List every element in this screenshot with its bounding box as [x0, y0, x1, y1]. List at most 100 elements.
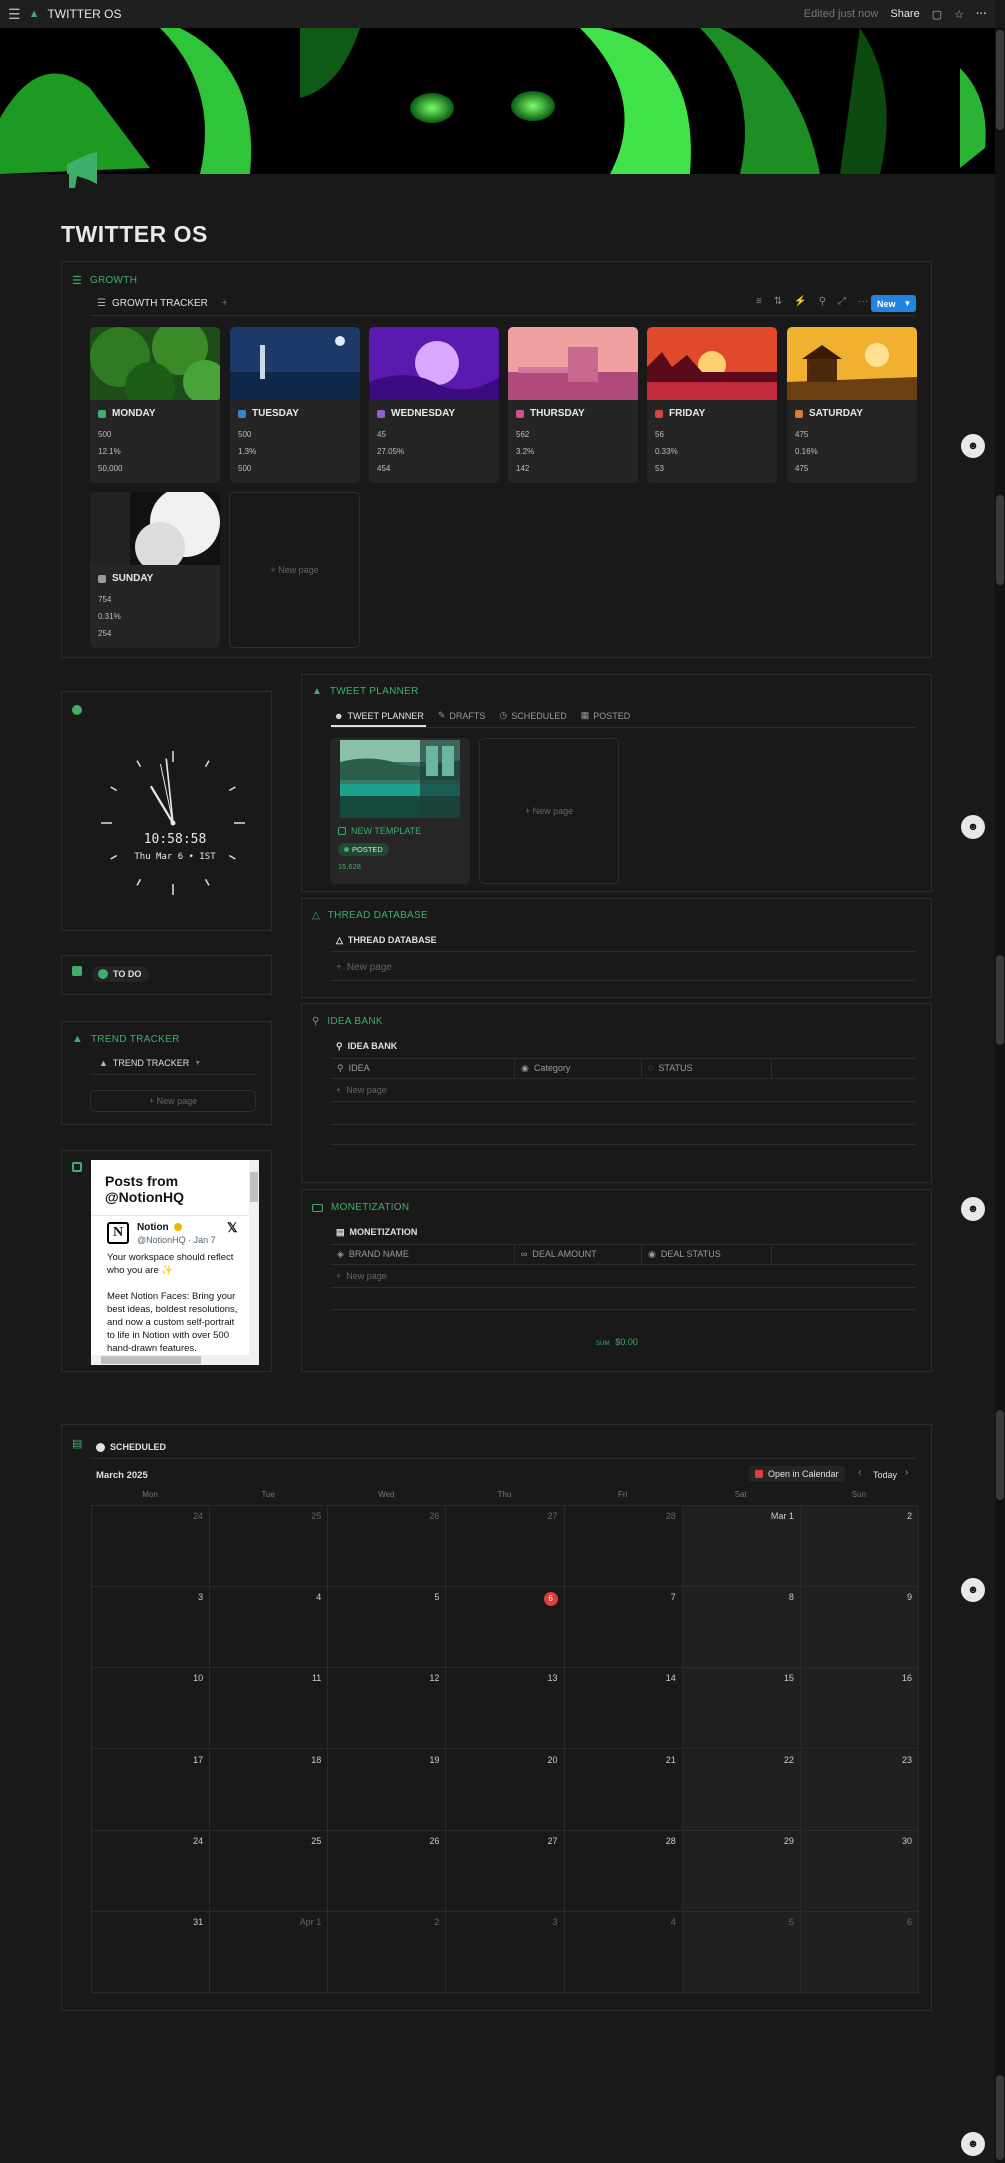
calendar-day-cell[interactable]: 6	[446, 1587, 565, 1669]
assistant-face-icon[interactable]: ☻	[961, 815, 985, 839]
growth-card[interactable]: SATURDAY 475 0.16% 475	[787, 327, 917, 483]
trend-new-page-button[interactable]: + New page	[90, 1090, 256, 1112]
growth-view-tab[interactable]: ☰ GROWTH TRACKER +	[97, 298, 228, 309]
widget-scroll-thumb[interactable]	[250, 1172, 258, 1202]
today-button[interactable]: Today	[873, 1470, 897, 1480]
calendar-day-cell[interactable]: 3	[446, 1911, 565, 1993]
calendar-day-cell[interactable]: 18	[210, 1749, 329, 1831]
widget-hscroll-thumb[interactable]	[101, 1356, 201, 1364]
calendar-day-cell[interactable]: Apr 1	[210, 1911, 329, 1993]
calendar-day-cell[interactable]: 11	[210, 1668, 329, 1750]
monetization-new-page[interactable]: + New page	[336, 1271, 387, 1281]
growth-card[interactable]: TUESDAY 500 1.3% 500	[230, 327, 360, 483]
calendar-day-cell[interactable]: 26	[328, 1506, 447, 1588]
todo-view-tab[interactable]: TO DO	[92, 966, 150, 982]
col-category[interactable]: ◉ Category	[515, 1059, 642, 1078]
calendar-day-cell[interactable]: 16	[800, 1668, 919, 1750]
calendar-day-cell[interactable]: 25	[210, 1830, 329, 1912]
lightning-icon[interactable]: ⚡	[794, 296, 806, 307]
growth-card[interactable]: FRIDAY 56 0.33% 53	[647, 327, 777, 483]
calendar-day-cell[interactable]: 24	[92, 1830, 211, 1912]
calendar-day-cell[interactable]: 21	[564, 1749, 683, 1831]
calendar-day-cell[interactable]: Mar 1	[682, 1506, 801, 1588]
calendar-day-cell[interactable]: 3	[92, 1587, 211, 1669]
calendar-day-cell[interactable]: 24	[92, 1506, 211, 1588]
calendar-day-cell[interactable]: 15	[682, 1668, 801, 1750]
idea-new-page[interactable]: + New page	[336, 1085, 387, 1095]
thread-new-page[interactable]: + New page	[336, 962, 392, 973]
new-button[interactable]: New ▼	[871, 295, 916, 312]
growth-card[interactable]: WEDNESDAY 45 27.05% 454	[369, 327, 499, 483]
thread-view-tab[interactable]: △ THREAD DATABASE	[336, 935, 437, 946]
menu-icon[interactable]: ☰	[8, 6, 21, 23]
scroll-thumb[interactable]	[996, 1410, 1004, 1500]
calendar-day-cell[interactable]: 19	[328, 1749, 447, 1831]
calendar-day-cell[interactable]: 12	[328, 1668, 447, 1750]
col-idea[interactable]: ⚲ IDEA	[331, 1059, 515, 1078]
tab-drafts[interactable]: ✎ DRAFTS	[438, 710, 486, 721]
calendar-view-tab[interactable]: SCHEDULED	[96, 1442, 166, 1452]
sort-icon[interactable]: ⇅	[774, 296, 782, 307]
calendar-day-cell[interactable]: 13	[446, 1668, 565, 1750]
calendar-day-cell[interactable]: 7	[564, 1587, 683, 1669]
tweet-template-card[interactable]: NEW TEMPLATE POSTED 15,628	[330, 738, 470, 884]
tab-scheduled[interactable]: ◷ SCHEDULED	[499, 710, 566, 721]
calendar-day-cell[interactable]: 22	[682, 1749, 801, 1831]
calendar-day-cell[interactable]: 14	[564, 1668, 683, 1750]
calendar-day-cell[interactable]: 30	[800, 1830, 919, 1912]
calendar-day-cell[interactable]: 2	[800, 1506, 919, 1588]
calendar-day-cell[interactable]: 17	[92, 1749, 211, 1831]
scrollbar[interactable]	[995, 28, 1005, 2163]
calendar-day-cell[interactable]: 9	[800, 1587, 919, 1669]
app-title[interactable]: TWITTER OS	[47, 7, 121, 21]
calendar-day-cell[interactable]: 25	[210, 1506, 329, 1588]
calendar-day-cell[interactable]: 5	[682, 1911, 801, 1993]
monetization-view-tab[interactable]: ▤ MONETIZATION	[336, 1227, 417, 1238]
assistant-face-icon[interactable]: ☻	[961, 434, 985, 458]
filter-icon[interactable]: ≡	[756, 296, 762, 307]
scroll-thumb[interactable]	[996, 2075, 1004, 2160]
expand-icon[interactable]: ⤢	[838, 296, 846, 307]
next-month-button[interactable]: ›	[905, 1467, 908, 1478]
assistant-face-icon[interactable]: ☻	[961, 1197, 985, 1221]
calendar-day-cell[interactable]: 29	[682, 1830, 801, 1912]
share-button[interactable]: Share	[890, 8, 919, 20]
calendar-day-cell[interactable]: 28	[564, 1830, 683, 1912]
growth-card[interactable]: SUNDAY 754 0.31% 254	[90, 492, 220, 648]
star-icon[interactable]: ☆	[954, 8, 964, 21]
open-in-calendar-button[interactable]: Open in Calendar	[749, 1466, 845, 1482]
col-status[interactable]: ◌ STATUS	[642, 1059, 772, 1078]
calendar-day-cell[interactable]: 31	[92, 1911, 211, 1993]
more-icon[interactable]: ···	[976, 8, 987, 20]
calendar-day-cell[interactable]: 28	[564, 1506, 683, 1588]
scroll-thumb[interactable]	[996, 30, 1004, 130]
comment-icon[interactable]: ▢	[932, 8, 942, 21]
add-view-button[interactable]: +	[222, 298, 228, 309]
calendar-day-cell[interactable]: 20	[446, 1749, 565, 1831]
calendar-day-cell[interactable]: 8	[682, 1587, 801, 1669]
chevron-down-icon[interactable]: ▼	[904, 299, 912, 308]
calendar-day-cell[interactable]: 23	[800, 1749, 919, 1831]
col-deal-status[interactable]: ◉ DEAL STATUS	[642, 1245, 772, 1264]
search-icon[interactable]: ⚲	[819, 296, 826, 307]
growth-card[interactable]: THURSDAY 562 3.2% 142	[508, 327, 638, 483]
calendar-day-cell[interactable]: 26	[328, 1830, 447, 1912]
twitter-embed[interactable]: Posts from @NotionHQ N Notion @NotionHQ …	[91, 1160, 259, 1365]
assistant-face-icon[interactable]: ☻	[961, 1578, 985, 1602]
tab-posted[interactable]: ▦ POSTED	[581, 710, 631, 721]
tab-tweet-planner[interactable]: ☻ TWEET PLANNER	[334, 710, 424, 721]
calendar-day-cell[interactable]: 5	[328, 1587, 447, 1669]
chevron-down-icon[interactable]: ▼	[194, 1060, 201, 1067]
calendar-day-cell[interactable]: 4	[210, 1587, 329, 1669]
calendar-day-cell[interactable]: 2	[328, 1911, 447, 1993]
col-deal-amount[interactable]: ∞ DEAL AMOUNT	[515, 1245, 642, 1264]
scroll-thumb[interactable]	[996, 495, 1004, 585]
prev-month-button[interactable]: ‹	[858, 1467, 861, 1478]
calendar-day-cell[interactable]: 6	[800, 1911, 919, 1993]
col-brand-name[interactable]: ◈ BRAND NAME	[331, 1245, 515, 1264]
idea-view-tab[interactable]: ⚲ IDEA BANK	[336, 1041, 397, 1052]
trend-view-tab[interactable]: ▲ TREND TRACKER ▼	[99, 1058, 201, 1068]
calendar-day-cell[interactable]: 27	[446, 1506, 565, 1588]
growth-card[interactable]: MONDAY 500 12.1% 50,000	[90, 327, 220, 483]
calendar-day-cell[interactable]: 4	[564, 1911, 683, 1993]
